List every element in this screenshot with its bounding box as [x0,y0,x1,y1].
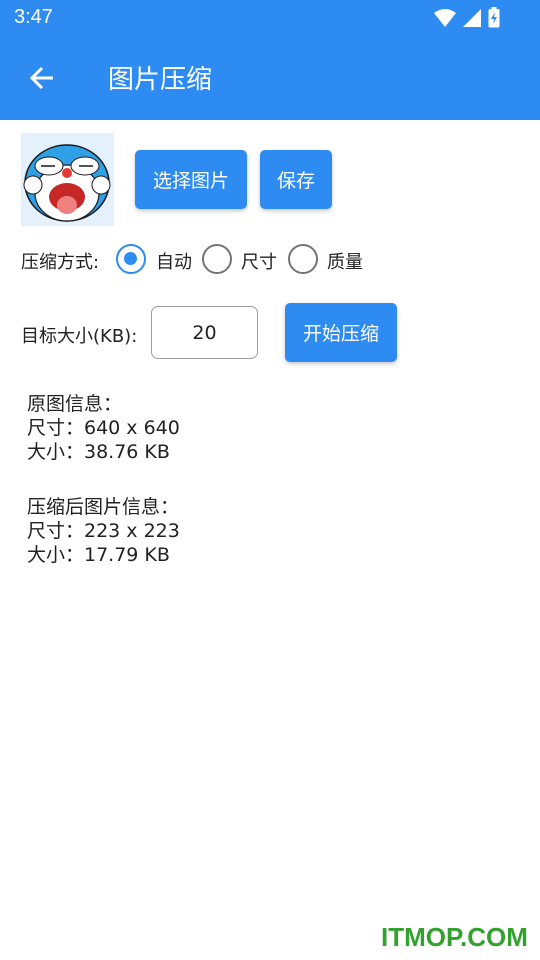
doraemon-image [21,133,114,226]
back-button[interactable] [26,62,58,94]
original-size: 尺寸：640 x 640 [27,417,180,439]
wifi-icon [434,8,456,27]
battery-icon [488,7,500,28]
compressed-filesize: 大小：17.79 KB [27,544,170,566]
app-bar: 3:47 图片压缩 [0,0,540,120]
arrow-left-icon [29,66,53,90]
radio-dimension-label[interactable]: 尺寸 [241,248,277,274]
original-info-heading: 原图信息： [27,393,123,415]
radio-auto[interactable] [116,244,146,274]
original-filesize: 大小：38.76 KB [27,441,170,463]
status-time: 3:47 [14,6,53,28]
compressed-info-heading: 压缩后图片信息： [27,496,180,518]
compressed-size: 尺寸：223 x 223 [27,520,180,542]
target-size-input[interactable] [151,306,258,359]
status-icons [434,7,500,28]
radio-quality[interactable] [288,244,318,274]
save-button[interactable]: 保存 [260,150,332,209]
select-image-button[interactable]: 选择图片 [135,150,247,209]
preview-image [21,133,114,226]
compressed-info: 压缩后图片信息： 尺寸：223 x 223 大小：17.79 KB [27,495,180,567]
compress-mode-label: 压缩方式: [21,252,100,273]
original-info: 原图信息： 尺寸：640 x 640 大小：38.76 KB [27,392,180,464]
radio-dimension[interactable] [202,244,232,274]
target-size-label: 目标大小(KB): [21,326,138,347]
page-title: 图片压缩 [108,65,213,95]
start-compress-button[interactable]: 开始压缩 [285,303,397,362]
radio-auto-label[interactable]: 自动 [156,248,192,274]
radio-quality-label[interactable]: 质量 [327,248,363,274]
watermark: ITMOP.COM [381,922,528,952]
signal-icon [463,8,481,27]
